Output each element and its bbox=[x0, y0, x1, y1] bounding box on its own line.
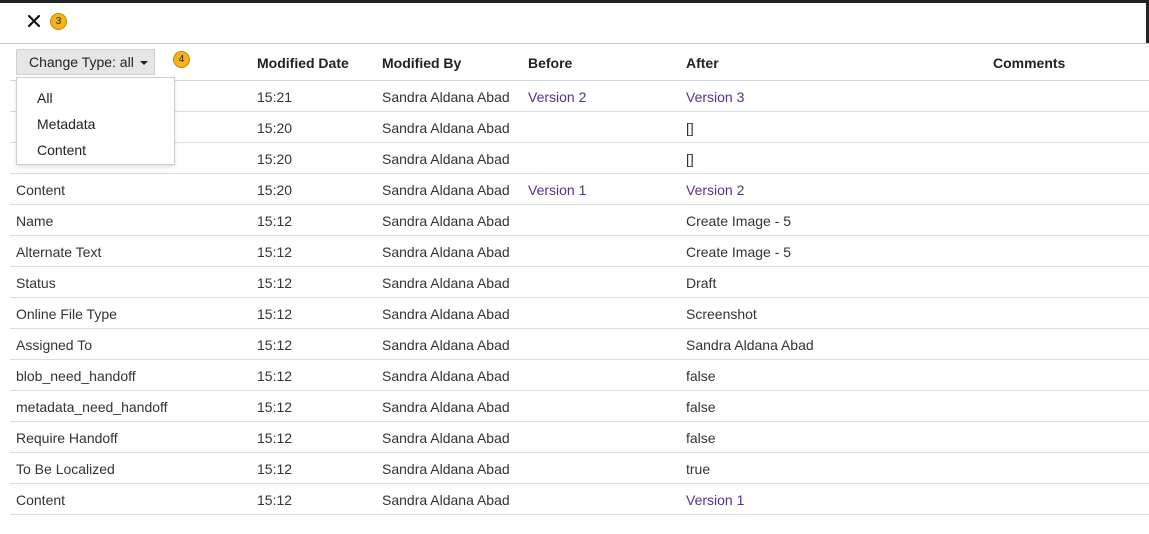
cell-after: Draft bbox=[686, 275, 717, 291]
cell-modified-by: Sandra Aldana Abad bbox=[382, 337, 510, 353]
window-top-border bbox=[0, 0, 1149, 3]
dropdown-option-content[interactable]: Content bbox=[37, 142, 86, 158]
cell-modified-by: Sandra Aldana Abad bbox=[382, 89, 510, 105]
cell-modified-by: Sandra Aldana Abad bbox=[382, 182, 510, 198]
cell-field: Content bbox=[16, 182, 66, 198]
cell-after: Create Image - 5 bbox=[686, 244, 792, 260]
cell-field: blob_need_handoff bbox=[16, 368, 136, 384]
cell-modified-by: Sandra Aldana Abad bbox=[382, 306, 510, 322]
cell-modified-by: Sandra Aldana Abad bbox=[382, 151, 510, 167]
table-row: To Be Localized 15:12 Sandra Aldana Abad tr… bbox=[10, 453, 1149, 484]
table-row: Localized Locales15:20Sandra Aldana Abad… bbox=[10, 143, 1149, 174]
cell-after: false bbox=[686, 430, 716, 446]
column-header-after[interactable]: After bbox=[686, 55, 719, 71]
column-header-comments[interactable]: Comments bbox=[993, 55, 1065, 71]
table-row: Content 15:20 Sandra Aldana Abad Version 1 V… bbox=[10, 174, 1149, 205]
cell-modified-date: 15:20 bbox=[257, 151, 293, 167]
cell-after: true bbox=[686, 461, 711, 477]
cell-field: Name bbox=[16, 213, 54, 229]
cell-modified-date: 15:20 bbox=[257, 120, 293, 136]
table-row: Content15:21Sandra Aldana AbadVersion 2V… bbox=[10, 81, 1149, 112]
cell-modified-date: 15:12 bbox=[257, 492, 293, 508]
annotation-marker-4: 4 bbox=[173, 51, 190, 68]
cell-modified-date: 15:20 bbox=[257, 182, 293, 198]
cell-field: Alternate Text bbox=[16, 244, 102, 260]
cell-modified-by: Sandra Aldana Abad bbox=[382, 275, 510, 291]
cell-after: Sandra Aldana Abad bbox=[686, 337, 814, 353]
toolbar-divider bbox=[0, 43, 1149, 44]
cell-field: To Be Localized bbox=[16, 461, 115, 477]
column-header-modified-date[interactable]: Modified Date bbox=[257, 55, 349, 71]
cell-modified-date: 15:12 bbox=[257, 430, 293, 446]
cell-modified-by: Sandra Aldana Abad bbox=[382, 120, 510, 136]
cell-field: Assigned To bbox=[16, 337, 93, 353]
cell-modified-date: 15:12 bbox=[257, 275, 293, 291]
cell-modified-date: 15:12 bbox=[257, 461, 293, 477]
cell-after: [] bbox=[686, 120, 694, 136]
table-row: Require Handoff 15:12 Sandra Aldana Abad fa… bbox=[10, 422, 1149, 453]
column-header-before[interactable]: Before bbox=[528, 55, 572, 71]
table-row: Status 15:12 Sandra Aldana Abad Draft bbox=[10, 267, 1149, 298]
cell-modified-by: Sandra Aldana Abad bbox=[382, 213, 510, 229]
cell-after: false bbox=[686, 399, 716, 415]
close-button[interactable] bbox=[24, 11, 44, 31]
table-row: metadata_need_handoff 15:12 Sandra Aldana … bbox=[10, 391, 1149, 422]
cell-after: Create Image - 5 bbox=[686, 213, 792, 229]
cell-modified-date: 15:12 bbox=[257, 244, 293, 260]
cell-after-version-link[interactable]: Version 1 bbox=[686, 492, 744, 508]
cell-field: metadata_need_handoff bbox=[16, 399, 168, 415]
close-icon bbox=[27, 14, 41, 28]
cell-modified-by: Sandra Aldana Abad bbox=[382, 461, 510, 477]
cell-modified-date: 15:12 bbox=[257, 306, 293, 322]
column-header-modified-by[interactable]: Modified By bbox=[382, 55, 461, 71]
annotation-marker-3: 3 bbox=[50, 13, 67, 30]
table-row: Online File Type 15:12 Sandra Aldana Abad S… bbox=[10, 298, 1149, 329]
change-type-filter-label: Change Type: all bbox=[29, 54, 134, 70]
table-row: Content 15:12 Sandra Aldana Abad Version 1 bbox=[10, 484, 1149, 515]
cell-field: Status bbox=[16, 275, 56, 291]
cell-modified-by: Sandra Aldana Abad bbox=[382, 492, 510, 508]
cell-modified-date: 15:12 bbox=[257, 399, 293, 415]
cell-after: false bbox=[686, 368, 716, 384]
table-row: blob_need_handoff 15:12 Sandra Aldana Abad… bbox=[10, 360, 1149, 391]
cell-field: Require Handoff bbox=[16, 430, 118, 446]
cell-modified-date: 15:12 bbox=[257, 337, 293, 353]
cell-modified-date: 15:12 bbox=[257, 213, 293, 229]
dropdown-option-all[interactable]: All bbox=[37, 90, 53, 106]
cell-field: Online File Type bbox=[16, 306, 117, 322]
cell-modified-date: 15:21 bbox=[257, 89, 293, 105]
cell-modified-date: 15:12 bbox=[257, 368, 293, 384]
change-type-dropdown: All Metadata Content bbox=[16, 77, 175, 165]
caret-down-icon bbox=[139, 61, 148, 65]
cell-after: Screenshot bbox=[686, 306, 757, 322]
dropdown-option-metadata[interactable]: Metadata bbox=[37, 116, 95, 132]
table-row: Assigned To 15:12 Sandra Aldana Abad Sandra… bbox=[10, 329, 1149, 360]
table-row: Name 15:12 Sandra Aldana Abad Create Image … bbox=[10, 205, 1149, 236]
cell-before-version-link[interactable]: Version 1 bbox=[528, 182, 586, 198]
change-type-filter-button[interactable]: Change Type: all bbox=[16, 49, 155, 75]
cell-modified-by: Sandra Aldana Abad bbox=[382, 430, 510, 446]
table-row: Languages15:20Sandra Aldana Abad[] bbox=[10, 112, 1149, 143]
cell-modified-by: Sandra Aldana Abad bbox=[382, 368, 510, 384]
cell-after: [] bbox=[686, 151, 694, 167]
cell-after-version-link[interactable]: Version 3 bbox=[686, 89, 744, 105]
cell-modified-by: Sandra Aldana Abad bbox=[382, 399, 510, 415]
cell-field: Content bbox=[16, 492, 66, 508]
cell-after-version-link[interactable]: Version 2 bbox=[686, 182, 744, 198]
cell-modified-by: Sandra Aldana Abad bbox=[382, 244, 510, 260]
cell-before-version-link[interactable]: Version 2 bbox=[528, 89, 586, 105]
table-row: Alternate Text 15:12 Sandra Aldana Abad Cre… bbox=[10, 236, 1149, 267]
